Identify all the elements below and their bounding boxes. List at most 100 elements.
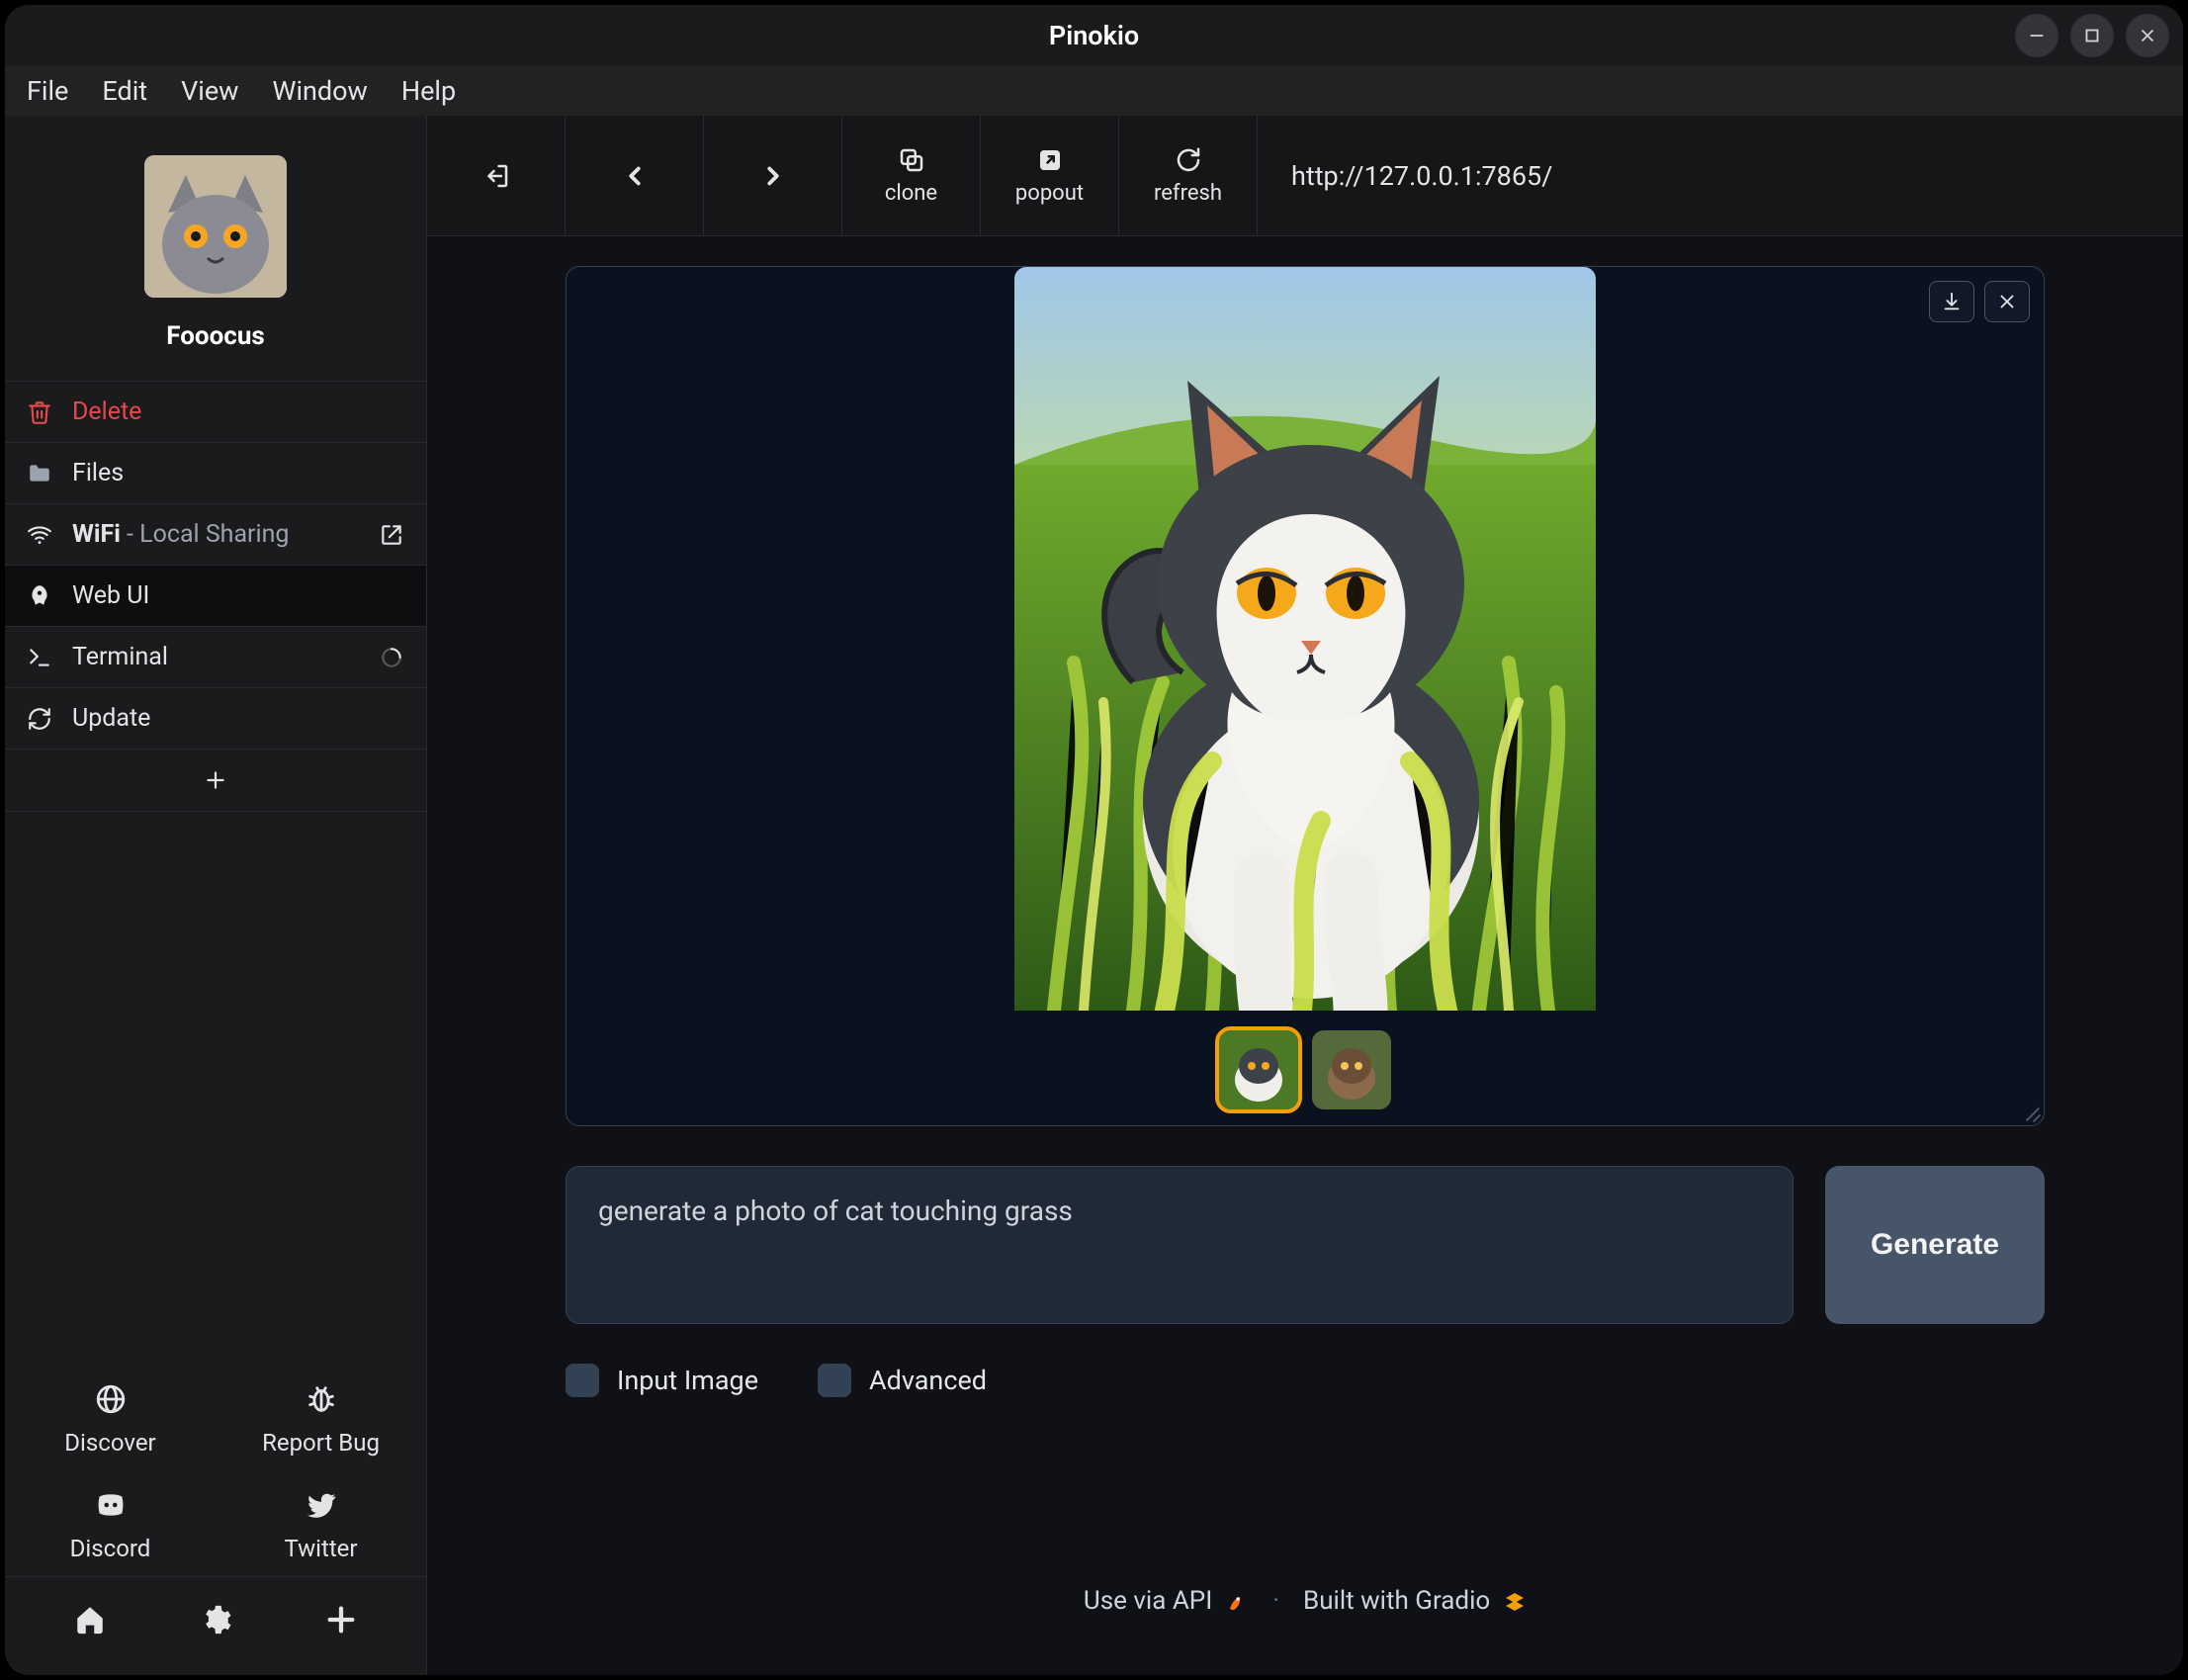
toolbar-popout-button[interactable]: popout: [981, 116, 1119, 235]
prompt-input[interactable]: [566, 1166, 1794, 1324]
url-bar[interactable]: http://127.0.0.1:7865/: [1258, 116, 2183, 235]
spinner-icon: [379, 645, 404, 670]
menu-file[interactable]: File: [19, 71, 76, 111]
gallery-controls: [1929, 281, 2030, 322]
home-icon: [73, 1603, 107, 1636]
menubar: File Edit View Window Help: [5, 66, 2183, 116]
advanced-checkbox[interactable]: Advanced: [818, 1364, 987, 1397]
sidebar-item-label: Delete: [72, 398, 141, 426]
menu-edit[interactable]: Edit: [94, 71, 155, 111]
plus-icon: [203, 767, 228, 793]
sidebar-item-label: WiFi - Local Sharing: [72, 520, 289, 549]
generate-button[interactable]: Generate: [1825, 1166, 2045, 1324]
generated-image-art: [1014, 267, 1596, 1011]
rocket-icon: [1225, 1590, 1249, 1614]
download-icon: [1941, 291, 1963, 312]
download-image-button[interactable]: [1929, 281, 1974, 322]
thumbnail-1[interactable]: [1312, 1030, 1391, 1109]
footer-api-link[interactable]: Use via API: [1084, 1586, 1249, 1616]
toolbar-exit-button[interactable]: [427, 116, 566, 235]
bug-icon: [305, 1382, 338, 1416]
sync-icon: [27, 706, 52, 732]
thumbnail-art: [1312, 1030, 1391, 1109]
toolbar-refresh-button[interactable]: refresh: [1119, 116, 1258, 235]
exit-icon: [481, 161, 511, 191]
settings-button[interactable]: [185, 1597, 246, 1649]
checkbox-box: [566, 1364, 599, 1397]
sidebar: Fooocus Delete Files WiFi - Local Sharin…: [5, 116, 427, 1675]
toolbar-forward-button[interactable]: [704, 116, 842, 235]
discord-icon: [94, 1488, 128, 1522]
menu-view[interactable]: View: [173, 71, 246, 111]
close-icon: [1996, 291, 2018, 312]
sidebar-item-label: Web UI: [72, 581, 149, 610]
footer: Use via API · Built with Gradio: [566, 1507, 2045, 1616]
app-header: Fooocus: [5, 116, 426, 381]
sidebar-item-wifi[interactable]: WiFi - Local Sharing: [5, 504, 426, 566]
maximize-icon: [2081, 25, 2103, 46]
sidebar-nav-bar: [5, 1576, 426, 1675]
terminal-icon: [27, 645, 52, 670]
resize-handle[interactable]: [2020, 1102, 2040, 1121]
footer-separator: ·: [1272, 1586, 1279, 1616]
app-icon: [144, 155, 287, 298]
folder-icon: [27, 461, 52, 486]
gear-icon: [199, 1603, 232, 1636]
cat-avatar-icon: [144, 155, 287, 298]
menu-help[interactable]: Help: [394, 71, 464, 111]
add-button[interactable]: [310, 1597, 372, 1649]
thumbnail-art: [1219, 1030, 1298, 1109]
close-image-button[interactable]: [1984, 281, 2030, 322]
close-icon: [2137, 25, 2158, 46]
footer-gradio-link[interactable]: Built with Gradio: [1303, 1586, 1527, 1616]
app-window: Pinokio File Edit View Window Help: [5, 5, 2183, 1675]
copy-icon: [897, 145, 926, 175]
window-title: Pinokio: [1049, 20, 1139, 51]
bottom-link-discord[interactable]: Discord: [5, 1470, 216, 1576]
sidebar-item-terminal[interactable]: Terminal: [5, 627, 426, 688]
workspace: Fooocus Delete Files WiFi - Local Sharin…: [5, 116, 2183, 1675]
sidebar-item-web-ui[interactable]: Web UI: [5, 566, 426, 627]
toolbar-clone-button[interactable]: clone: [842, 116, 981, 235]
options-row: Input Image Advanced: [566, 1364, 2045, 1397]
sidebar-spacer: [5, 812, 426, 1365]
window-minimize-button[interactable]: [2015, 14, 2058, 57]
sidebar-item-label: Update: [72, 704, 150, 733]
sidebar-item-label: Terminal: [72, 643, 168, 671]
chevron-right-icon: [758, 161, 788, 191]
bottom-link-discover[interactable]: Discover: [5, 1365, 216, 1470]
plus-icon: [324, 1603, 358, 1636]
home-button[interactable]: [59, 1597, 121, 1649]
input-image-checkbox[interactable]: Input Image: [566, 1364, 758, 1397]
output-gallery: [566, 266, 2045, 1126]
bottom-link-report-bug[interactable]: Report Bug: [216, 1365, 426, 1470]
sidebar-item-delete[interactable]: Delete: [5, 382, 426, 443]
refresh-icon: [1174, 145, 1203, 175]
wifi-icon: [27, 522, 52, 548]
window-close-button[interactable]: [2126, 14, 2169, 57]
popout-icon: [1035, 145, 1065, 175]
thumbnail-0[interactable]: [1219, 1030, 1298, 1109]
minimize-icon: [2026, 25, 2048, 46]
bottom-link-twitter[interactable]: Twitter: [216, 1470, 426, 1576]
generated-image[interactable]: [1014, 267, 1596, 1011]
menu-window[interactable]: Window: [264, 71, 375, 111]
sidebar-item-files[interactable]: Files: [5, 443, 426, 504]
sidebar-item-update[interactable]: Update: [5, 688, 426, 750]
trash-icon: [27, 399, 52, 425]
sidebar-item-label: Files: [72, 459, 124, 487]
toolbar-back-button[interactable]: [566, 116, 704, 235]
window-maximize-button[interactable]: [2070, 14, 2114, 57]
twitter-icon: [305, 1488, 338, 1522]
content: Generate Input Image Advanced Use via AP…: [427, 236, 2183, 1675]
thumbnail-row: [1219, 1030, 1391, 1109]
sidebar-add-button[interactable]: [5, 750, 426, 812]
rocket-icon: [27, 583, 52, 609]
sidebar-list: Delete Files WiFi - Local Sharing Web UI: [5, 381, 426, 812]
prompt-row: Generate: [566, 1166, 2045, 1324]
app-name: Fooocus: [166, 321, 265, 351]
window-controls: [2015, 5, 2169, 66]
globe-icon: [94, 1382, 128, 1416]
gradio-icon: [1503, 1590, 1527, 1614]
chevron-left-icon: [620, 161, 650, 191]
